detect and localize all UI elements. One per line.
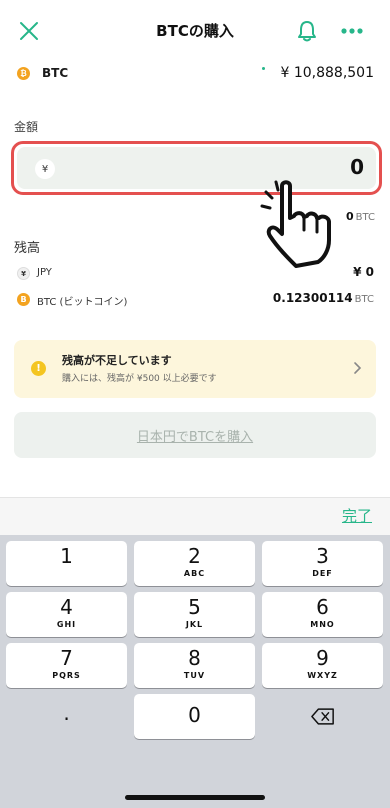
balance-name: BTC (ビットコイン): [37, 297, 128, 308]
key-4[interactable]: 4 GHI: [6, 592, 127, 637]
amount-btc-unit: BTC: [355, 212, 375, 223]
yen-coin-icon: ¥: [35, 159, 55, 179]
done-button[interactable]: 完了: [342, 505, 372, 526]
key-8[interactable]: 8 TUV: [134, 643, 255, 688]
warning-title: 残高が不足しています: [62, 354, 172, 367]
balance-unit: BTC: [354, 294, 374, 305]
bell-icon[interactable]: [296, 19, 318, 43]
balance-amount: 0.12300114 BTC: [272, 291, 374, 305]
header: BTCの購入: [0, 0, 390, 62]
numeric-keypad: 1 2 ABC 3 DEF 4 GHI 5 JKL 6 MNO 7 PQRS 8 TUV 9W…: [0, 535, 390, 808]
amount-label: 金額: [14, 120, 39, 134]
home-indicator: [125, 795, 265, 800]
key-2[interactable]: 2 ABC: [134, 541, 255, 586]
key-3[interactable]: 3 DEF: [262, 541, 383, 586]
warning-subtitle: 購入には、残高が ¥500 以上必要です: [62, 374, 217, 384]
key-0[interactable]: 0: [134, 694, 255, 739]
btc-coin-icon: B: [17, 293, 30, 306]
balance-row-jpy: ¥ JPY ¥ 0: [0, 264, 390, 284]
balance-amount: ¥ 0: [353, 265, 374, 279]
warning-icon: !: [31, 361, 46, 376]
backspace-icon: [310, 708, 334, 725]
price-row: ₿ BTC ¥ 10,888,501: [0, 62, 390, 86]
key-7[interactable]: 7 PQRS: [6, 643, 127, 688]
backspace-key[interactable]: [262, 694, 383, 739]
balance-name: JPY: [37, 267, 52, 278]
amount-btc-equivalent: 0 BTC: [346, 210, 375, 223]
yen-coin-icon: ¥: [17, 267, 30, 280]
chevron-right-icon: [354, 362, 362, 374]
amount-btc-value: 0: [345, 210, 354, 223]
page-title: BTCの購入: [156, 22, 234, 40]
more-icon[interactable]: [340, 24, 364, 38]
key-decimal[interactable]: .: [6, 694, 127, 739]
key-9[interactable]: 9 WXYZ: [262, 643, 383, 688]
price-update-indicator: [262, 67, 265, 70]
btc-coin-icon: ₿: [17, 67, 30, 80]
keyboard-toolbar: 完了: [0, 497, 390, 535]
key-6[interactable]: 6 MNO: [262, 592, 383, 637]
amount-value: 0: [350, 155, 364, 179]
key-5[interactable]: 5 JKL: [134, 592, 255, 637]
insufficient-balance-banner[interactable]: ! 残高が不足しています 購入には、残高が ¥500 以上必要です: [14, 340, 376, 398]
price-symbol: BTC: [42, 66, 69, 80]
balance-row-btc: B BTC (ビットコイン) 0.12300114 BTC: [0, 290, 390, 310]
buy-button[interactable]: 日本円でBTCを購入: [14, 412, 376, 458]
balance-label: 残高: [14, 241, 41, 256]
price-value: ¥ 10,888,501: [280, 65, 374, 81]
key-1[interactable]: 1: [6, 541, 127, 586]
pointing-hand-icon: [260, 180, 331, 268]
